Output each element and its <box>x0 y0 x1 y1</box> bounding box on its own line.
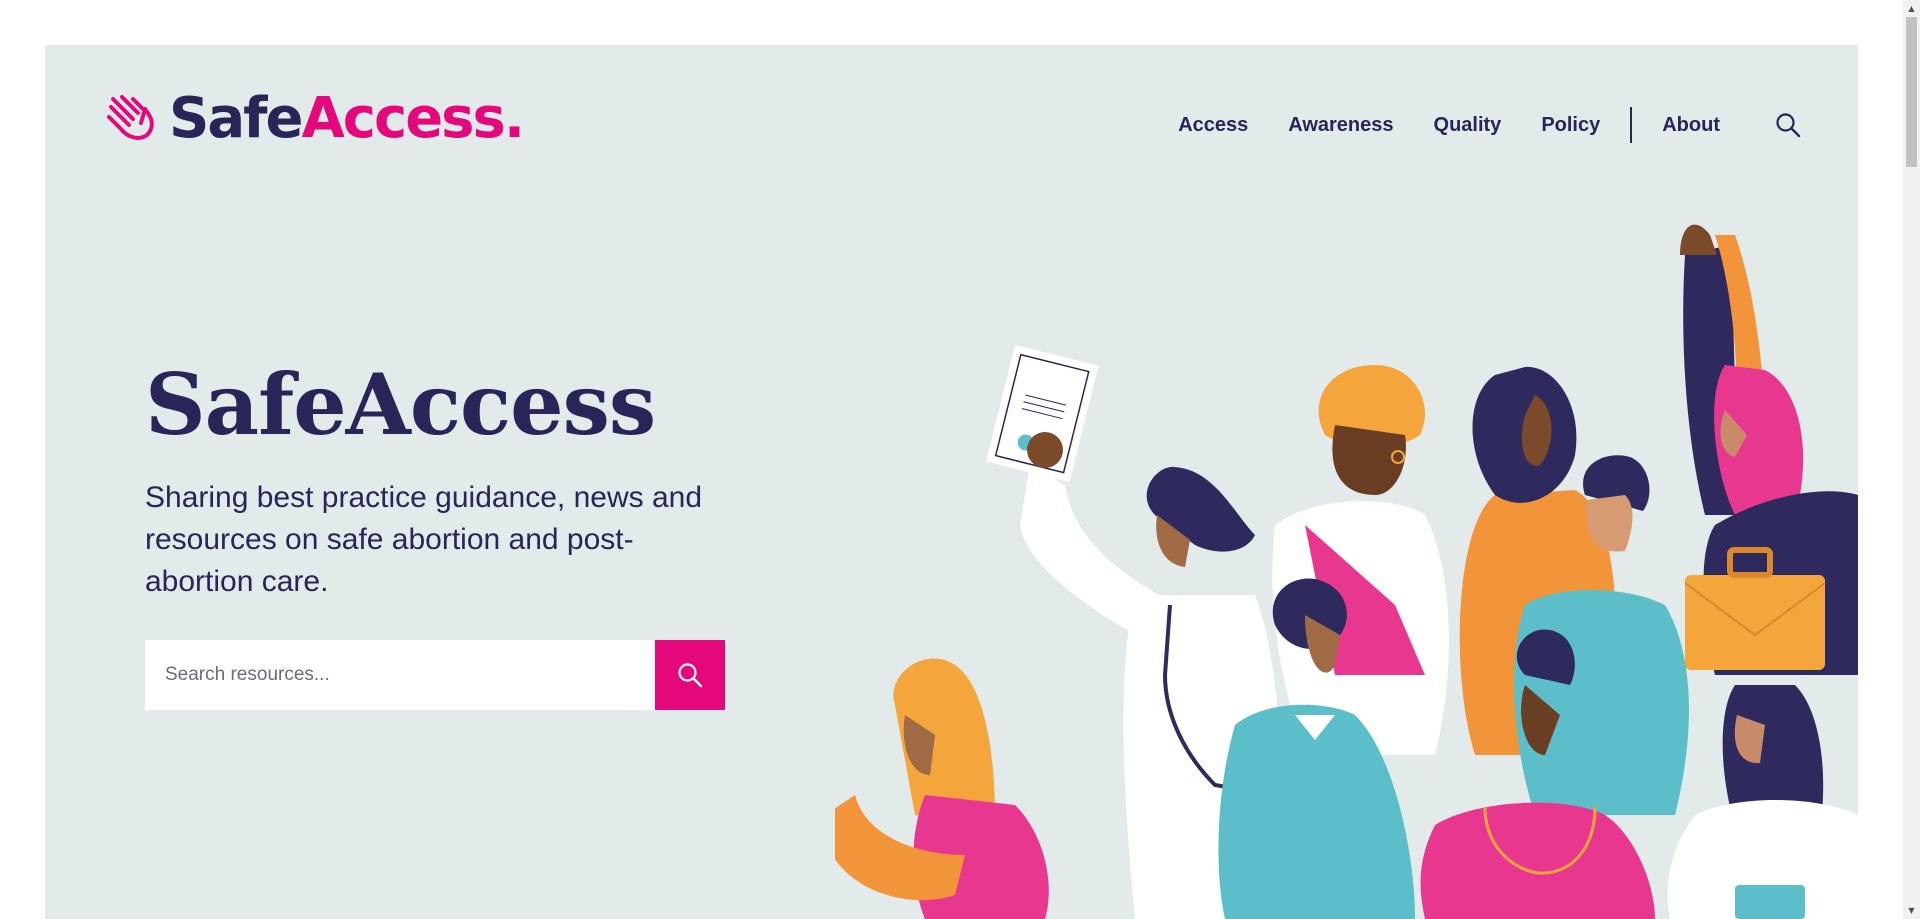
hand-logo-icon <box>107 95 154 140</box>
search-input[interactable] <box>145 640 655 710</box>
nav-divider <box>1630 107 1633 143</box>
nav-search-button[interactable] <box>1774 111 1802 139</box>
hero-subtitle: Sharing best practice guidance, news and… <box>145 481 703 598</box>
nav-item-about[interactable]: About <box>1662 114 1720 137</box>
search-icon <box>678 663 703 688</box>
hero-section: SafeAccess. Access Awareness Quality Pol… <box>45 45 1858 919</box>
scroll-down-arrow-icon[interactable]: ▼ <box>1903 902 1920 919</box>
logo-wordmark: SafeAccess. <box>169 91 525 147</box>
logo-wordmark-part1: Safe <box>169 86 303 151</box>
hero-title: SafeAccess <box>145 355 656 454</box>
page-scrollbar[interactable]: ▲ ▼ <box>1903 0 1920 919</box>
scrollbar-thumb[interactable] <box>1906 17 1917 167</box>
nav-item-quality[interactable]: Quality <box>1434 114 1502 137</box>
nav-item-awareness[interactable]: Awareness <box>1288 114 1393 137</box>
logo-wordmark-part2: Access. <box>301 86 525 151</box>
search-submit-button[interactable] <box>655 640 725 710</box>
resource-search-form <box>145 640 725 710</box>
scroll-up-arrow-icon[interactable]: ▲ <box>1903 0 1920 17</box>
nav-item-access[interactable]: Access <box>1178 114 1248 137</box>
nav-item-policy[interactable]: Policy <box>1541 114 1600 137</box>
search-icon <box>1776 113 1801 138</box>
site-logo[interactable]: SafeAccess. <box>105 91 525 147</box>
main-nav: Access Awareness Quality Policy About <box>1178 105 1802 145</box>
hero-illustration <box>835 224 1858 919</box>
